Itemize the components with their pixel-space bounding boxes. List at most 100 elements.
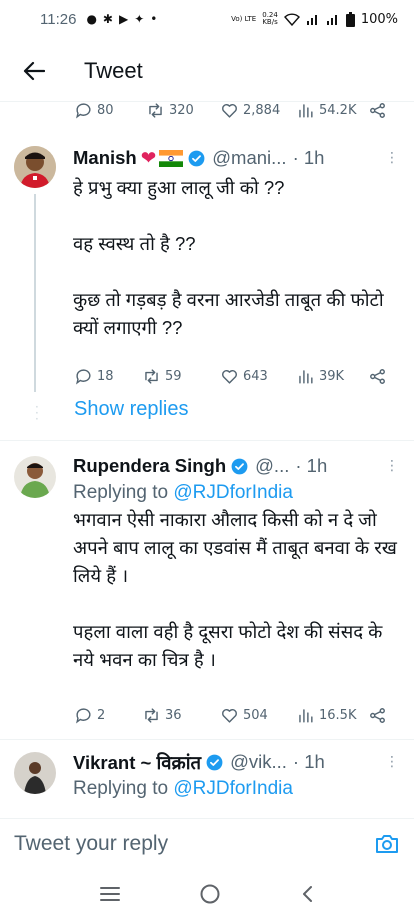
reply-count: 2: [97, 707, 106, 723]
chat-bubble-icon: ●: [86, 12, 97, 26]
volte-indicator: Vo) LTE: [231, 14, 257, 23]
avatar-image: [14, 752, 56, 794]
retweet-icon: [145, 368, 158, 384]
retweet-count: 59: [165, 368, 182, 384]
author-name[interactable]: Rupendera Singh: [73, 455, 226, 477]
twitter-bird-icon: ✦: [134, 12, 145, 26]
recent-apps-icon[interactable]: [99, 885, 121, 903]
tweet-card[interactable]: Vikrant ~ विक्रांत @vik... · 1h ⋮ Replyi…: [73, 748, 400, 800]
views-button[interactable]: 39K: [296, 367, 344, 386]
like-button[interactable]: 643: [220, 367, 268, 386]
wifi-icon: [283, 12, 300, 26]
share-icon: [370, 707, 385, 723]
like-count: 504: [243, 707, 268, 723]
share-icon: [370, 368, 385, 384]
tweet-text: भगवान ऐसी नाकारा औलाद किसी को न दे जो अप…: [73, 509, 397, 670]
signal-icon: [306, 15, 317, 25]
replying-to: Replying to @RJDforIndia: [73, 482, 400, 504]
avatar[interactable]: [14, 456, 56, 498]
more-options-icon[interactable]: ⋮: [384, 458, 400, 474]
battery-icon: [345, 11, 355, 27]
retweet-icon: [145, 707, 158, 723]
signal-icon-2: [326, 15, 337, 25]
home-icon[interactable]: [199, 883, 221, 905]
author-handle[interactable]: @...: [255, 455, 289, 477]
back-button[interactable]: [14, 51, 54, 91]
like-button[interactable]: 504: [220, 706, 268, 725]
avatar[interactable]: [14, 752, 56, 794]
heart-icon: [222, 103, 237, 118]
settings-icon: ✱: [102, 12, 113, 26]
views-count: 54.2K: [319, 102, 357, 118]
youtube-icon: ▶: [118, 12, 129, 26]
verified-badge-icon: [231, 458, 248, 474]
retweet-button[interactable]: 320: [146, 101, 194, 120]
more-options-icon[interactable]: ⋮: [384, 754, 400, 770]
heart-icon: [222, 369, 237, 384]
retweet-button[interactable]: 36: [142, 706, 182, 725]
replying-to-link[interactable]: @RJDforIndia: [173, 482, 293, 503]
reply-input[interactable]: Tweet your reply: [14, 832, 168, 856]
tweet-card[interactable]: Rupendera Singh @... · 1h ⋮ Replying to …: [73, 452, 400, 674]
share-button[interactable]: [368, 101, 387, 120]
tweet-actions: 18 59 643 39K: [74, 364, 394, 388]
tweet-time: · 1h: [295, 455, 328, 476]
author-handle[interactable]: @vik...: [230, 751, 287, 773]
replying-to: Replying to @RJDforIndia: [73, 778, 400, 800]
top-bar: Tweet: [0, 40, 414, 102]
share-icon: [370, 102, 385, 118]
views-button[interactable]: 54.2K: [296, 101, 356, 120]
notification-icons: ● ✱ ▶ ✦ •: [86, 12, 157, 26]
back-nav-icon[interactable]: [299, 884, 315, 904]
views-icon: [299, 103, 313, 118]
heart-icon: [222, 708, 237, 723]
dot-icon: •: [150, 12, 158, 26]
views-count: 16.5K: [319, 707, 357, 723]
avatar-image: [14, 456, 56, 498]
replying-to-label: Replying to: [73, 778, 169, 799]
status-time: 11:26: [40, 10, 77, 28]
views-icon: [299, 708, 313, 723]
author-name[interactable]: Manish: [73, 147, 137, 169]
retweet-icon: [149, 102, 162, 118]
tweet-time: · 1h: [292, 147, 325, 168]
reply-button[interactable]: 80: [74, 101, 114, 120]
views-button[interactable]: 16.5K: [296, 706, 356, 725]
author-name[interactable]: Vikrant ~ विक्रांत: [73, 750, 201, 775]
author-handle[interactable]: @mani...: [212, 147, 286, 169]
share-button[interactable]: [368, 367, 387, 386]
like-count: 2,884: [243, 102, 281, 118]
battery-level: 100%: [360, 11, 398, 27]
divider: [0, 739, 414, 740]
reply-composer[interactable]: Tweet your reply: [0, 818, 414, 868]
avatar[interactable]: [14, 146, 56, 188]
network-speed: 0.24 KB/s: [262, 12, 278, 26]
share-button[interactable]: [368, 706, 387, 725]
retweet-count: 36: [165, 707, 182, 723]
reply-button[interactable]: 2: [74, 706, 105, 725]
retweet-count: 320: [169, 102, 194, 118]
reply-button[interactable]: 18: [74, 367, 114, 386]
thread-line: [34, 194, 36, 392]
avatar-image: [14, 146, 56, 188]
status-bar: 11:26 ● ✱ ▶ ✦ • Vo) LTE 0.24 KB/s 100%: [0, 0, 414, 38]
tweet-time: · 1h: [292, 751, 325, 772]
tweet-card[interactable]: Manish ❤ @mani... · 1h ⋮ हे प्रभु क्या ह…: [73, 144, 400, 342]
retweet-button[interactable]: 59: [142, 367, 182, 386]
network-speed-unit: KB/s: [262, 18, 278, 26]
replying-to-link[interactable]: @RJDforIndia: [173, 778, 293, 799]
camera-icon[interactable]: [374, 831, 400, 857]
system-nav-bar: [0, 868, 414, 920]
like-count: 643: [243, 368, 268, 384]
more-options-icon[interactable]: ⋮: [384, 150, 400, 166]
show-replies-link[interactable]: Show replies: [74, 398, 189, 421]
india-flag-icon: [159, 149, 184, 167]
reply-icon: [76, 368, 91, 385]
like-button[interactable]: 2,884: [220, 101, 280, 120]
views-count: 39K: [319, 368, 345, 384]
reply-count: 80: [97, 102, 114, 118]
back-arrow-icon: [23, 61, 45, 80]
replying-to-label: Replying to: [73, 482, 169, 503]
verified-badge-icon: [188, 150, 205, 166]
reply-icon: [76, 707, 91, 724]
